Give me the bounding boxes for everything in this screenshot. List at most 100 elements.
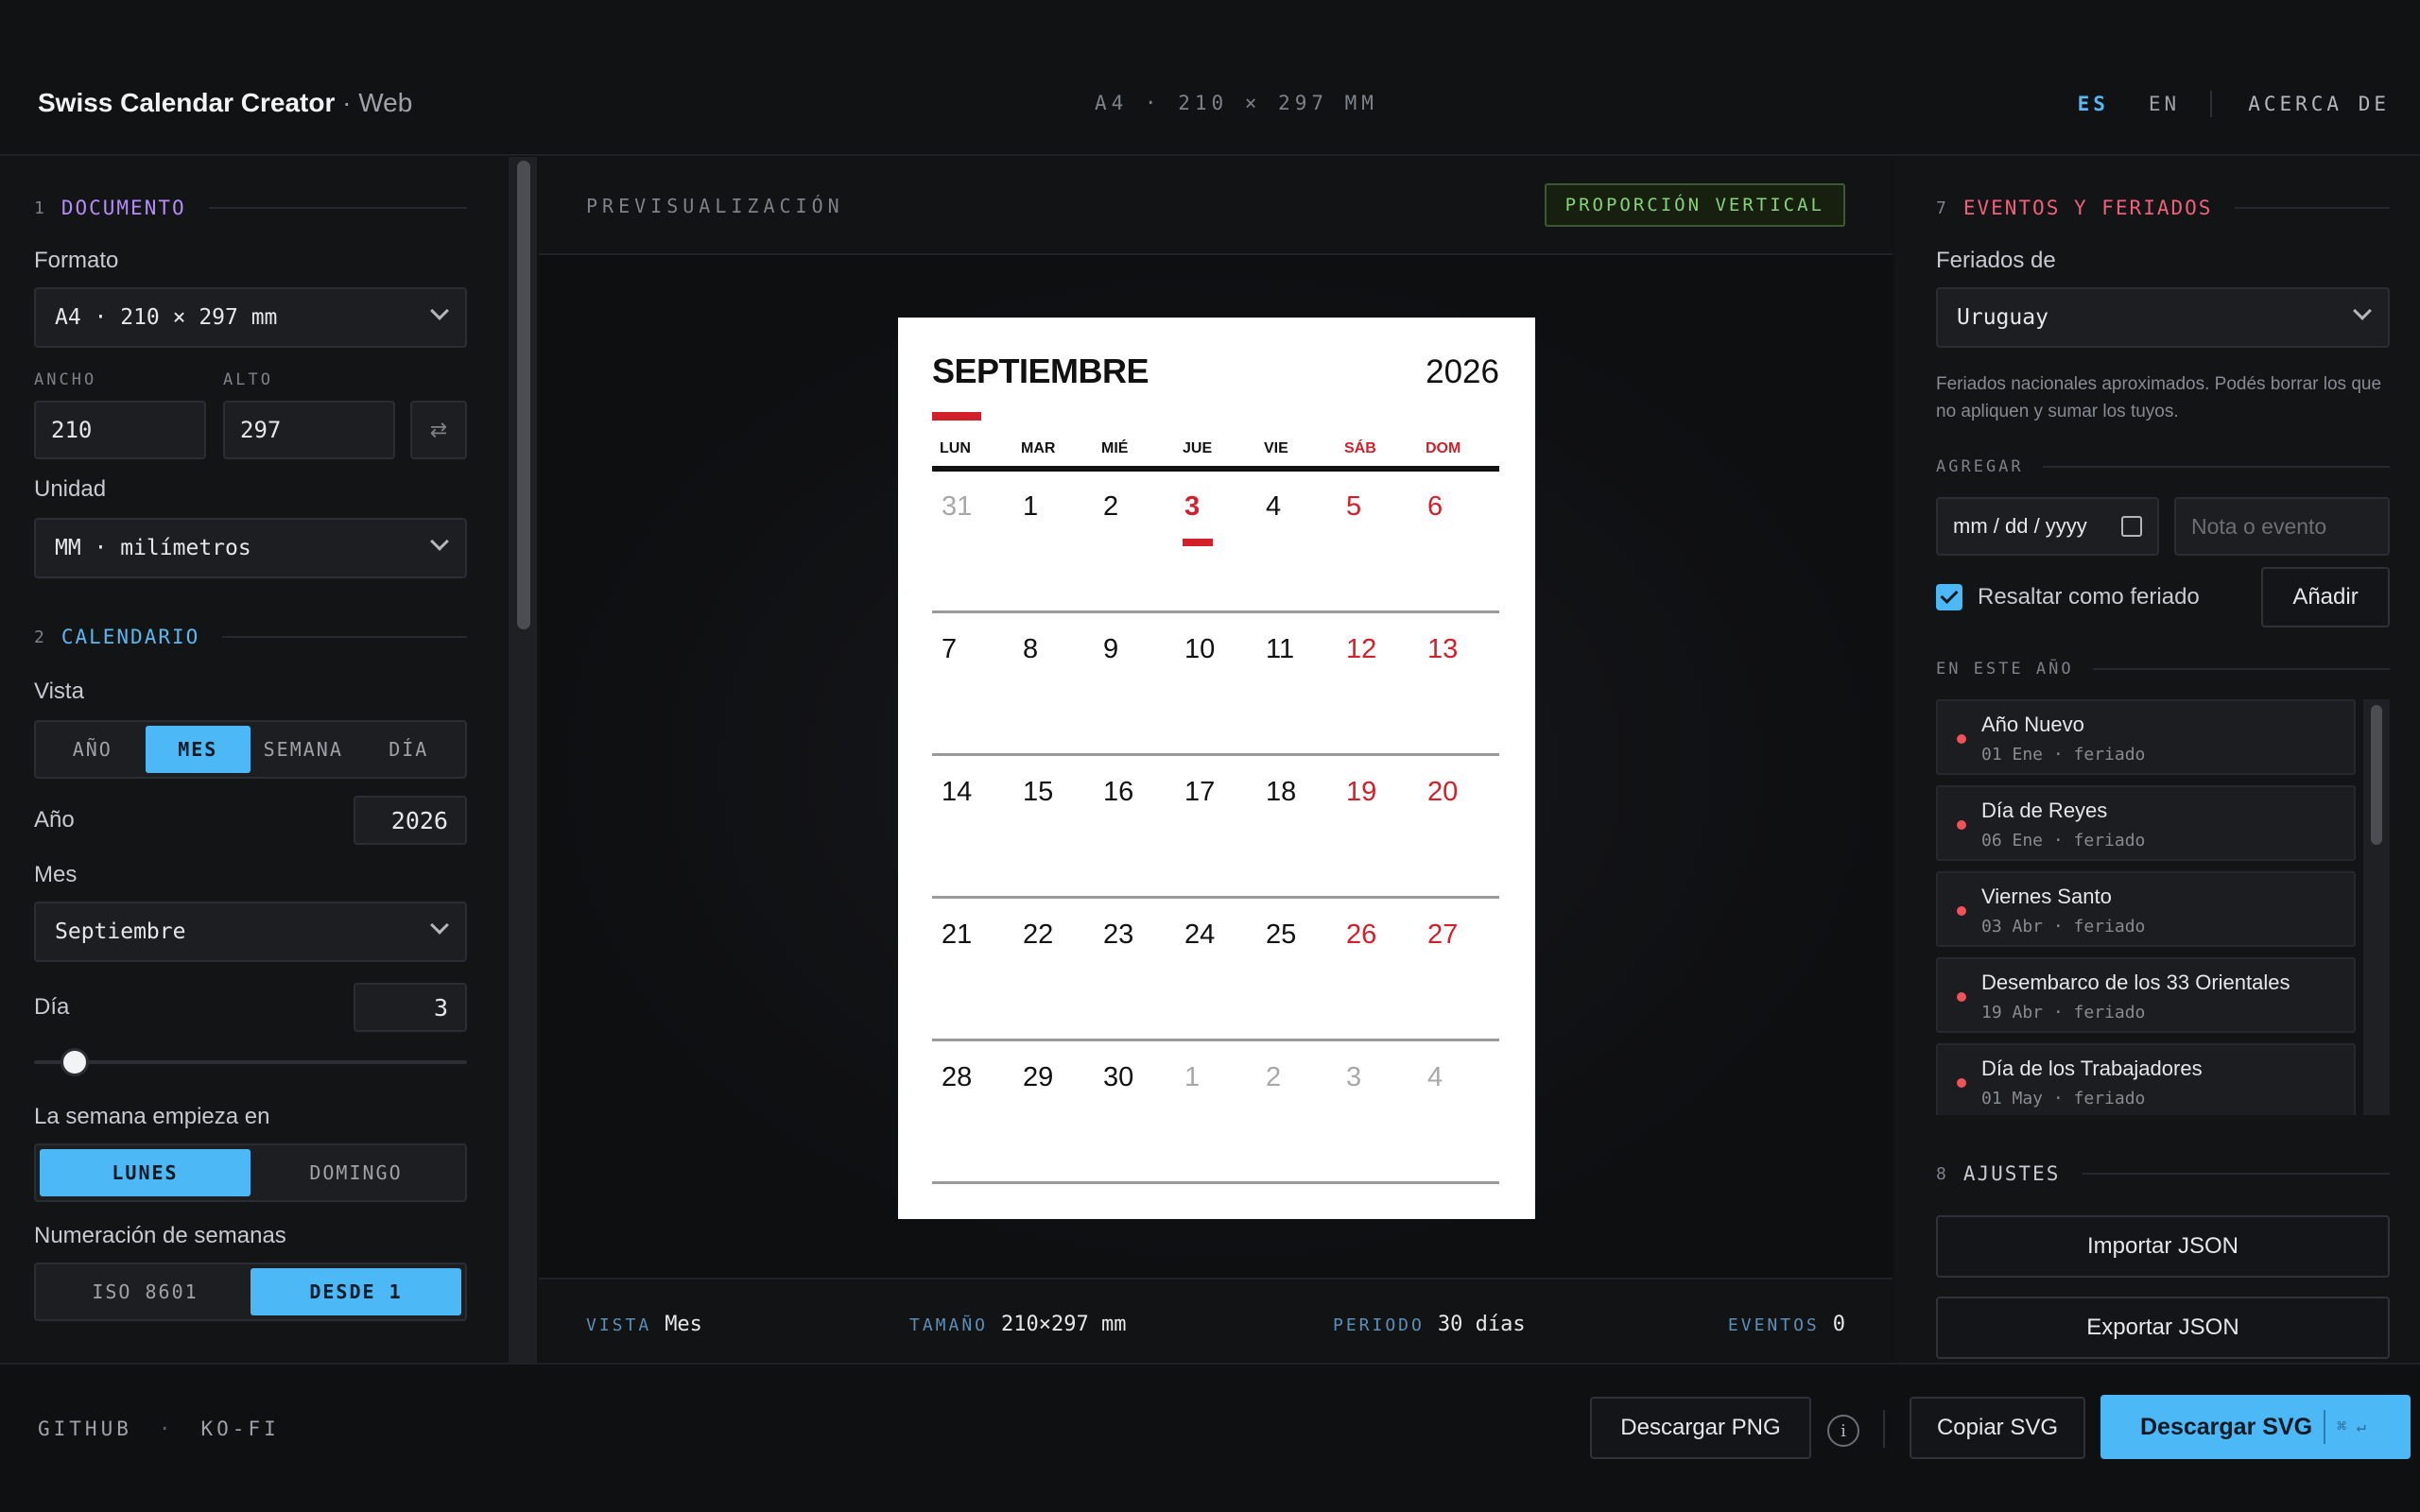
- status-events-value: 0: [1832, 1313, 1845, 1336]
- calendar-page-preview: SEPTIEMBRE 2026 LUN MAR MIÉ JUE VIE SÁB DOM 31 1…: [898, 318, 1535, 1219]
- holiday-list-item[interactable]: Desembarco de los 33 Orientales 19 Abr · …: [1936, 957, 2356, 1033]
- format-select[interactable]: A4 · 210 × 297 mm: [34, 287, 467, 348]
- download-svg-button[interactable]: Descargar SVG ⌘ ↵: [2100, 1395, 2411, 1459]
- week-row-rule: [932, 1039, 1499, 1041]
- view-option-year[interactable]: AÑO: [40, 726, 146, 773]
- holiday-dot-icon: [1957, 734, 1966, 744]
- weekday-header: MAR: [1021, 440, 1056, 456]
- calendar-day: 1: [1023, 491, 1039, 522]
- events-scrollbar-thumb[interactable]: [2371, 705, 2382, 845]
- holiday-list-item[interactable]: Año Nuevo 01 Ene · feriado: [1936, 699, 2356, 775]
- holidays-country-label: Feriados de: [1936, 248, 2056, 273]
- holiday-list-item[interactable]: Día de Reyes 06 Ene · feriado: [1936, 785, 2356, 861]
- copy-svg-button[interactable]: Copiar SVG: [1910, 1397, 2085, 1459]
- import-json-button[interactable]: Importar JSON: [1936, 1215, 2390, 1278]
- section-title: DOCUMENTO: [60, 197, 186, 219]
- highlight-holiday-checkbox[interactable]: [1936, 584, 1962, 610]
- weekday-header: SÁB: [1344, 440, 1376, 456]
- week-start-segmented: LUNES DOMINGO: [34, 1143, 467, 1202]
- calendar-day: 29: [1023, 1062, 1054, 1092]
- export-json-button[interactable]: Exportar JSON: [1936, 1297, 2390, 1359]
- month-select[interactable]: Septiembre: [34, 902, 467, 962]
- calendar-day: 30: [1103, 1062, 1134, 1092]
- calendar-day: 14: [942, 777, 973, 807]
- month-value: Septiembre: [55, 919, 186, 944]
- event-date-input[interactable]: mm / dd / yyyy: [1936, 497, 2159, 556]
- week-start-monday[interactable]: LUNES: [40, 1149, 251, 1196]
- view-option-day[interactable]: DÍA: [356, 726, 462, 773]
- section-rule: [2092, 668, 2390, 670]
- chevron-down-icon: [430, 532, 449, 551]
- holiday-date: 01 Ene · feriado: [1981, 745, 2146, 765]
- day-slider-track[interactable]: [34, 1060, 467, 1064]
- month-label: Mes: [34, 862, 78, 887]
- section-ajustes: 8 AJUSTES: [1936, 1162, 2390, 1185]
- holiday-name: Viernes Santo: [1981, 885, 2112, 908]
- lang-es-link[interactable]: ES: [2078, 93, 2109, 115]
- sidebar-scrollbar-thumb[interactable]: [517, 161, 530, 629]
- calendar-day: 19: [1346, 777, 1377, 807]
- width-input[interactable]: 210: [34, 401, 206, 459]
- keyboard-shortcut-hint: ⌘ ↵: [2337, 1418, 2366, 1436]
- height-input[interactable]: 297: [223, 401, 395, 459]
- events-scrollbar[interactable]: [2363, 699, 2390, 1115]
- calendar-day: 24: [1184, 919, 1216, 950]
- info-icon[interactable]: i: [1827, 1415, 1859, 1447]
- add-event-button[interactable]: Añadir: [2261, 567, 2390, 627]
- view-option-week[interactable]: SEMANA: [251, 726, 356, 773]
- week-start-sunday[interactable]: DOMINGO: [251, 1149, 461, 1196]
- calendar-day: 4: [1427, 1062, 1443, 1092]
- kofi-link[interactable]: KO-FI: [201, 1418, 280, 1440]
- about-link[interactable]: ACERCA DE: [2248, 93, 2390, 115]
- github-link[interactable]: GITHUB: [38, 1418, 132, 1440]
- calendar-day: 5: [1346, 491, 1362, 522]
- calendar-day-today: 3: [1184, 491, 1201, 522]
- view-label: Vista: [34, 679, 84, 704]
- app-name: Swiss Calendar Creator: [38, 88, 336, 117]
- holiday-list-item[interactable]: Viernes Santo 03 Abr · feriado: [1936, 871, 2356, 947]
- calendar-day: 31: [942, 491, 973, 522]
- holiday-list-item[interactable]: Día de los Trabajadores 01 May · feriado: [1936, 1043, 2356, 1115]
- preview-status-bar: VISTA Mes TAMAÑO 210×297 mm PERIODO 30 d…: [539, 1278, 1893, 1363]
- status-view: VISTA Mes: [586, 1313, 702, 1336]
- holiday-date: 19 Abr · feriado: [1981, 1003, 2146, 1022]
- swap-dimensions-button[interactable]: ⇄: [410, 401, 467, 459]
- week-numbering-from-1[interactable]: DESDE 1: [251, 1268, 461, 1315]
- sidebar-scrollbar[interactable]: [509, 157, 535, 1363]
- day-slider-handle[interactable]: [60, 1048, 89, 1076]
- this-year-label: EN ESTE AÑO: [1936, 660, 2074, 679]
- preview-toolbar: PREVISUALIZACIÓN PROPORCIÓN VERTICAL: [539, 157, 1893, 255]
- settings-sidebar: 1 DOCUMENTO Formato A4 · 210 × 297 mm AN…: [0, 157, 537, 1363]
- events-list: Día de los Trabajadores 01 May · feriado D…: [1936, 699, 2390, 1115]
- calendar-day: 17: [1184, 777, 1216, 807]
- day-input[interactable]: 3: [354, 983, 467, 1032]
- view-option-month[interactable]: MES: [145, 726, 251, 773]
- section-rule: [208, 207, 467, 209]
- calendar-day: 11: [1266, 634, 1295, 664]
- status-view-key: VISTA: [586, 1315, 652, 1335]
- width-label: ANCHO: [34, 370, 97, 389]
- chevron-down-icon: [2353, 301, 2372, 320]
- calendar-icon[interactable]: [2121, 516, 2142, 537]
- shortcut-divider: [2324, 1410, 2325, 1444]
- lang-en-link[interactable]: EN: [2149, 93, 2180, 115]
- download-png-button[interactable]: Descargar PNG: [1590, 1397, 1811, 1459]
- week-numbering-iso[interactable]: ISO 8601: [40, 1268, 251, 1315]
- holidays-country-select[interactable]: Uruguay: [1936, 287, 2390, 348]
- event-note-input[interactable]: Nota o evento: [2174, 497, 2390, 556]
- calendar-month-title: SEPTIEMBRE: [932, 352, 1150, 390]
- section-number: 2: [34, 627, 46, 647]
- format-summary: A4 · 210 × 297 MM: [1095, 92, 1378, 114]
- unit-select[interactable]: MM · milímetros: [34, 518, 467, 578]
- holiday-date: 06 Ene · feriado: [1981, 831, 2146, 850]
- button-divider: [1883, 1410, 1885, 1448]
- calendar-day: 10: [1184, 634, 1216, 664]
- calendar-day: 13: [1427, 634, 1459, 664]
- app-brand: Swiss Calendar Creator · Web: [38, 88, 412, 118]
- year-input[interactable]: 2026: [354, 796, 467, 845]
- status-period-key: PERIODO: [1333, 1315, 1425, 1335]
- event-date-placeholder: mm / dd / yyyy: [1953, 514, 2087, 538]
- app-header: Swiss Calendar Creator · Web A4 · 210 × …: [0, 0, 2420, 156]
- status-events-key: EVENTOS: [1727, 1315, 1820, 1335]
- status-period-value: 30 días: [1437, 1313, 1526, 1336]
